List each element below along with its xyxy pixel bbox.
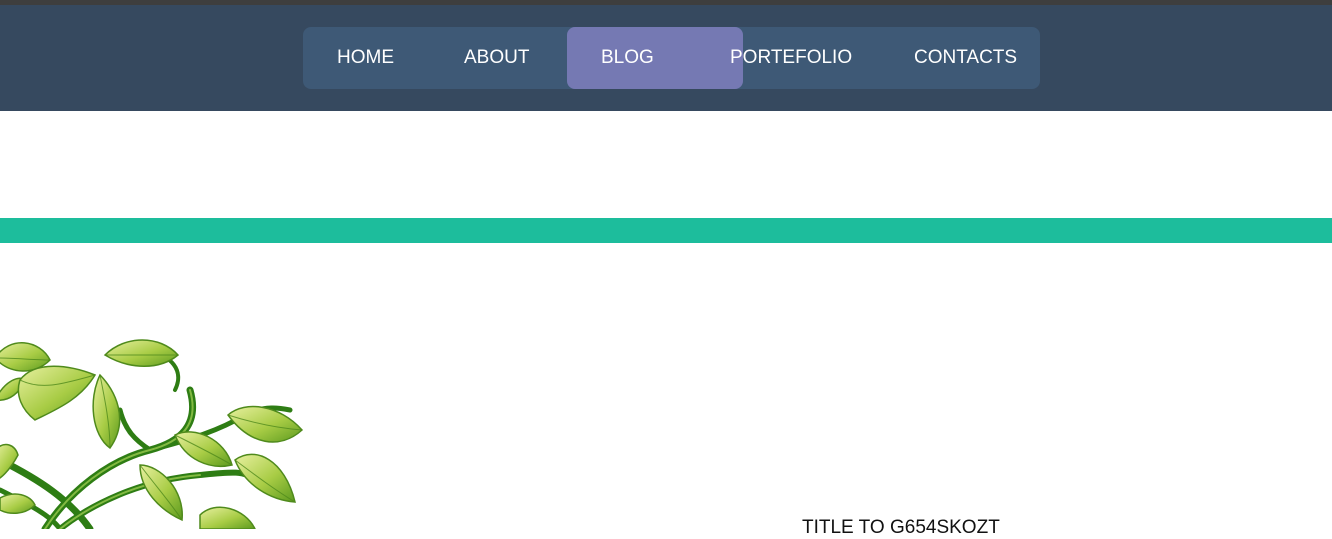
nav-item-home[interactable]: HOME [337, 27, 394, 89]
post-title[interactable]: TITLE TO G654SKOZT [802, 517, 1000, 539]
nav-item-blog[interactable]: BLOG [601, 27, 654, 89]
nav-active-highlight [567, 27, 743, 89]
nav-item-contacts[interactable]: CONTACTS [914, 27, 1017, 89]
nav-item-portefolio[interactable]: PORTEFOLIO [730, 27, 852, 89]
green-vine-leaves-illustration [0, 339, 304, 529]
nav-item-about[interactable]: ABOUT [464, 27, 529, 89]
site-header: HOME ABOUT BLOG PORTEFOLIO CONTACTS [0, 5, 1332, 111]
main-nav: HOME ABOUT BLOG PORTEFOLIO CONTACTS [303, 27, 1040, 89]
accent-divider-bar [0, 218, 1332, 243]
